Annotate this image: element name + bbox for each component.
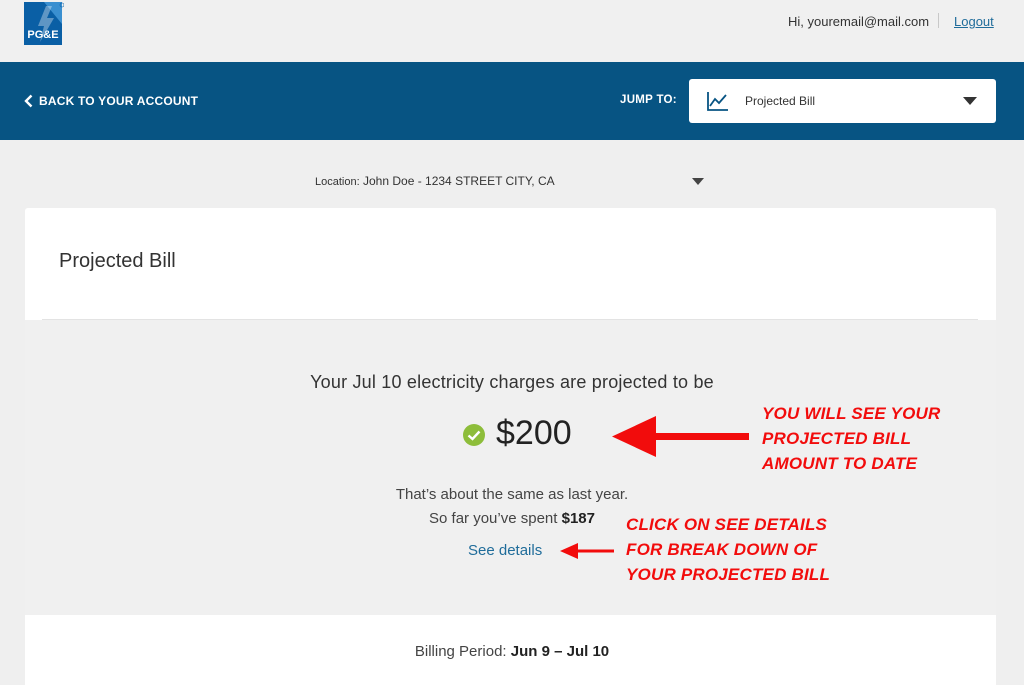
arrow-left-icon — [612, 416, 749, 457]
nav-bar: BACK TO YOUR ACCOUNT JUMP TO: Projected … — [0, 62, 1024, 140]
projection-text: Your Jul 10 electricity charges are proj… — [310, 372, 714, 392]
logout-link[interactable]: Logout — [954, 14, 994, 29]
spent-prefix: So far you’ve spent — [429, 510, 558, 527]
details-annotation-line: FOR BREAK DOWN OF — [626, 540, 818, 559]
details-annotation-line: YOUR PROJECTED BILL — [626, 565, 831, 584]
details-annotation: CLICK ON SEE DETAILS FOR BREAK DOWN OF Y… — [626, 512, 830, 587]
spent-to-date: So far you’ve spent $187 — [0, 510, 1024, 527]
location-value: John Doe - 1234 STREET CITY, CA — [363, 174, 555, 188]
see-details-link[interactable]: See details — [468, 542, 542, 559]
billing-label: Billing Period: — [414, 643, 507, 660]
logo-text: PG&E — [27, 29, 58, 41]
projected-amount: $200 — [496, 414, 572, 452]
line-chart-icon — [707, 92, 728, 111]
details-annotation-line: CLICK ON SEE DETAILS — [626, 515, 828, 534]
spent-amount: $187 — [561, 510, 595, 527]
location-label: Location: — [315, 176, 360, 188]
billing-period: Billing Period: Jun 9 – Jul 10 — [0, 643, 1024, 660]
comparison-text: That’s about the same as last year. — [395, 486, 629, 503]
back-label: BACK TO YOUR ACCOUNT — [39, 94, 199, 108]
check-circle-icon — [463, 424, 485, 446]
caret-down-icon — [963, 97, 977, 105]
billing-value: Jun 9 – Jul 10 — [510, 643, 610, 660]
jump-to-label: JUMP TO: — [620, 94, 677, 106]
location-select[interactable]: Location: John Doe - 1234 STREET CITY, C… — [315, 174, 555, 188]
top-header: PG&E Hi, youremail@mail.com Logout — [0, 0, 1024, 62]
amount-annotation-line: YOU WILL SEE YOUR — [762, 404, 941, 423]
pge-logo-icon[interactable]: PG&E — [24, 2, 65, 45]
chevron-left-icon — [24, 94, 33, 108]
jump-to-value: Projected Bill — [745, 94, 816, 108]
location-caret-down-icon[interactable] — [692, 178, 704, 185]
user-greeting: Hi, youremail@mail.com — [788, 14, 930, 29]
amount-annotation-line: AMOUNT TO DATE — [762, 454, 918, 473]
back-to-account-button[interactable]: BACK TO YOUR ACCOUNT — [24, 93, 198, 109]
amount-annotation: YOU WILL SEE YOUR PROJECTED BILL AMOUNT … — [762, 401, 940, 476]
header-separator — [938, 13, 939, 28]
arrow-left-icon — [560, 543, 614, 559]
jump-to-select[interactable]: Projected Bill — [689, 79, 996, 123]
amount-annotation-line: PROJECTED BILL — [762, 429, 912, 448]
card-title: Projected Bill — [59, 250, 176, 272]
